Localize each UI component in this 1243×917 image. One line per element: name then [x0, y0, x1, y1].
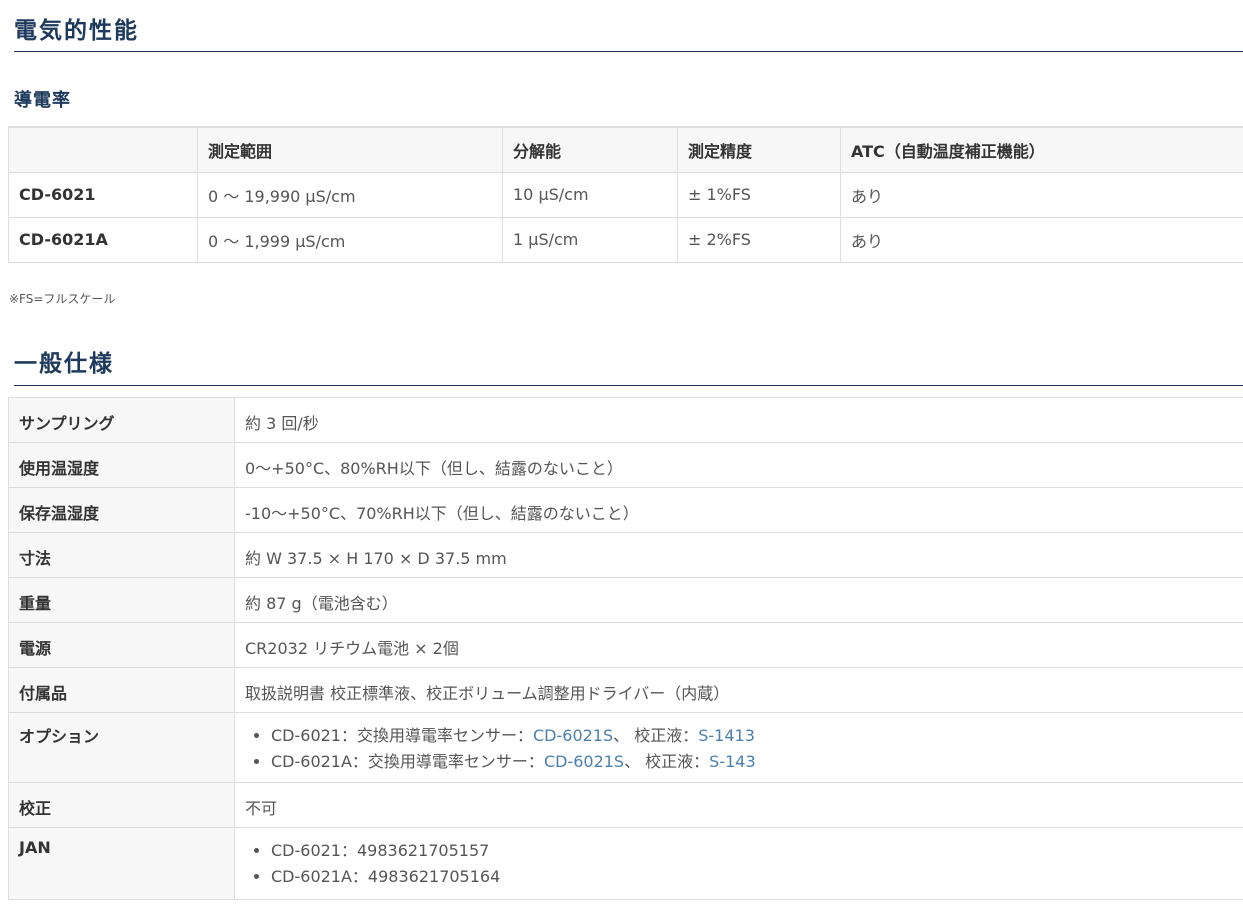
spec-value: CR2032 リチウム電池 × 2個 — [234, 622, 1243, 668]
table-header-range: 測定範囲 — [197, 126, 503, 173]
table-header-atc: ATC（自動温度補正機能） — [840, 126, 1243, 173]
spec-value: -10～+50°C、70%RH以下（但し、結露のないこと） — [234, 487, 1243, 533]
spec-row-options: オプション CD-6021：交換用導電率センサー：CD-6021S、 校正液：S… — [8, 712, 1243, 783]
spec-row-calibration: 校正 不可 — [8, 782, 1243, 828]
table-header-resolution: 分解能 — [502, 126, 678, 173]
spec-value: 約 3 回/秒 — [234, 397, 1243, 443]
list-item: CD-6021A：交換用導電率センサー：CD-6021S、 校正液：S-143 — [271, 749, 1233, 775]
option-text: CD-6021A：交換用導電率センサー： — [271, 752, 544, 771]
table-row: CD-6021 0 ～ 19,990 μS/cm 10 μS/cm ± 1%FS… — [8, 171, 1243, 218]
spec-value-options: CD-6021：交換用導電率センサー：CD-6021S、 校正液：S-1413 … — [234, 712, 1243, 783]
spec-label: 電源 — [8, 622, 235, 668]
spec-value: 取扱説明書 校正標準液、校正ボリューム調整用ドライバー（内蔵） — [234, 667, 1243, 713]
spec-label: 寸法 — [8, 532, 235, 578]
spec-label: 重量 — [8, 577, 235, 623]
resolution-cell: 1 μS/cm — [502, 216, 678, 263]
solution-link[interactable]: S-143 — [709, 752, 755, 771]
spec-row-accessories: 付属品 取扱説明書 校正標準液、校正ボリューム調整用ドライバー（内蔵） — [8, 667, 1243, 713]
spec-row-storage-env: 保存温湿度 -10～+50°C、70%RH以下（但し、結露のないこと） — [8, 487, 1243, 533]
list-item: CD-6021：4983621705157 — [271, 838, 1233, 864]
accuracy-cell: ± 2%FS — [677, 216, 841, 263]
list-item: CD-6021：交換用導電率センサー：CD-6021S、 校正液：S-1413 — [271, 723, 1233, 749]
spec-label: 保存温湿度 — [8, 487, 235, 533]
spec-row-dimensions: 寸法 約 W 37.5 × H 170 × D 37.5 mm — [8, 532, 1243, 578]
section-title-electrical: 電気的性能 — [14, 15, 1243, 52]
spec-value: 不可 — [234, 782, 1243, 828]
model-cell: CD-6021A — [8, 216, 198, 263]
accuracy-cell: ± 1%FS — [677, 171, 841, 218]
jan-list: CD-6021：4983621705157 CD-6021A：498362170… — [245, 838, 1233, 890]
atc-cell: あり — [840, 216, 1243, 263]
spec-row-operating-env: 使用温湿度 0～+50°C、80%RH以下（但し、結露のないこと） — [8, 442, 1243, 488]
sensor-link[interactable]: CD-6021S — [544, 752, 624, 771]
spec-value-jan: CD-6021：4983621705157 CD-6021A：498362170… — [234, 827, 1243, 900]
spec-label: オプション — [8, 712, 235, 783]
option-text: 、 校正液： — [613, 726, 699, 745]
atc-cell: あり — [840, 171, 1243, 218]
table-header-accuracy: 測定精度 — [677, 126, 841, 173]
spec-label: JAN — [8, 827, 235, 900]
general-spec-table: サンプリング 約 3 回/秒 使用温湿度 0～+50°C、80%RH以下（但し、… — [8, 397, 1243, 900]
option-text: CD-6021：交換用導電率センサー： — [271, 726, 533, 745]
table-header-corner — [8, 126, 198, 173]
spec-label: サンプリング — [8, 397, 235, 443]
section-title-general-spec: 一般仕様 — [14, 348, 1243, 386]
spec-value: 約 W 37.5 × H 170 × D 37.5 mm — [234, 532, 1243, 578]
spec-label: 校正 — [8, 782, 235, 828]
range-cell: 0 ～ 19,990 μS/cm — [197, 171, 503, 218]
spec-label: 付属品 — [8, 667, 235, 713]
spec-row-jan: JAN CD-6021：4983621705157 CD-6021A：49836… — [8, 827, 1243, 900]
spec-row-sampling: サンプリング 約 3 回/秒 — [8, 397, 1243, 443]
spec-row-weight: 重量 約 87 g（電池含む） — [8, 577, 1243, 623]
spec-label: 使用温湿度 — [8, 442, 235, 488]
resolution-cell: 10 μS/cm — [502, 171, 678, 218]
range-cell: 0 ～ 1,999 μS/cm — [197, 216, 503, 263]
spec-value: 約 87 g（電池含む） — [234, 577, 1243, 623]
option-text: 、 校正液： — [624, 752, 710, 771]
options-list: CD-6021：交換用導電率センサー：CD-6021S、 校正液：S-1413 … — [245, 723, 1233, 775]
solution-link[interactable]: S-1413 — [698, 726, 755, 745]
table-header-row: 測定範囲 分解能 測定精度 ATC（自動温度補正機能） — [8, 126, 1243, 173]
list-item: CD-6021A：4983621705164 — [271, 864, 1233, 890]
fullscale-note: ※FS=フルスケール — [9, 292, 116, 306]
sensor-link[interactable]: CD-6021S — [533, 726, 613, 745]
table-row: CD-6021A 0 ～ 1,999 μS/cm 1 μS/cm ± 2%FS … — [8, 216, 1243, 263]
electrical-performance-table: 測定範囲 分解能 測定精度 ATC（自動温度補正機能） CD-6021 0 ～ … — [8, 126, 1243, 263]
spec-value: 0～+50°C、80%RH以下（但し、結露のないこと） — [234, 442, 1243, 488]
model-cell: CD-6021 — [8, 171, 198, 218]
subsection-title-conductivity: 導電率 — [14, 90, 71, 111]
spec-row-power: 電源 CR2032 リチウム電池 × 2個 — [8, 622, 1243, 668]
